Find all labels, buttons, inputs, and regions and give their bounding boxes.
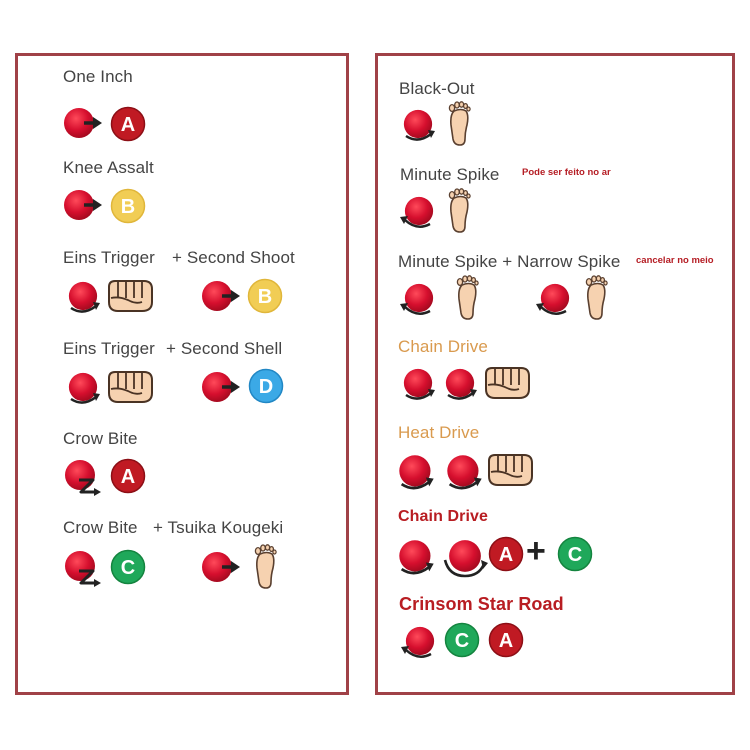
move-follow-second-shell: + Second Shell [166,339,283,358]
quarter-circle-icon [399,455,434,490]
move-title-heat-drive: Heat Drive [398,423,480,442]
button-c-icon: C [444,622,480,658]
move-title-minute-spike: Minute Spike [400,165,500,184]
button-letter: B [258,286,272,308]
button-a-icon: A [110,458,146,494]
move-title-crow-bite-1: Crow Bite [63,429,138,448]
quarter-circle-icon [68,281,100,313]
fist-icon [108,371,153,403]
button-letter: C [568,544,582,566]
forward-arrow-icon [202,281,240,311]
quarter-circle-icon [403,368,435,400]
button-letter: A [121,466,135,488]
fist-icon [485,367,530,399]
back-quarter-circle-icon [400,283,434,315]
quarter-circle-icon [68,372,100,404]
move-title-chain-drive: Chain Drive [398,337,488,356]
button-letter: B [121,196,135,218]
move-title-crow-bite-2: Crow Bite [63,518,138,537]
move-note-air: Pode ser feito no ar [522,167,611,178]
move-follow-second-shoot: + Second Shoot [172,248,295,267]
quarter-circle-icon [445,368,477,400]
move-title-one-inch: One Inch [63,67,133,86]
button-d-icon: D [248,368,284,404]
forward-arrow-icon [64,190,102,220]
quarter-circle-icon [399,540,434,575]
button-c-icon: C [557,536,593,572]
forward-arrow-icon [202,552,240,582]
move-title-crimson-star-road: Crinsom Star Road [399,594,564,614]
plus-sign: + [526,532,546,570]
forward-arrow-icon [202,372,240,402]
back-quarter-circle-icon [536,283,570,315]
half-circle-icon [443,540,488,578]
foot-icon [456,274,479,320]
z-motion-icon [65,460,101,496]
button-a-icon: A [488,536,524,572]
fist-icon [108,280,153,312]
move-title-chain-drive-ex: Chain Drive [398,508,489,525]
move-title-knee-assalt: Knee Assalt [63,158,154,177]
button-b-icon: B [247,278,283,314]
foot-icon [448,101,471,146]
button-a-icon: A [110,106,146,142]
move-follow-tsuika-kougeki: + Tsuika Kougeki [153,518,284,537]
quarter-circle-icon [447,455,482,490]
button-letter: D [259,376,273,398]
button-b-icon: B [110,188,146,224]
z-motion-icon [65,551,101,587]
move-title-minute-narrow-spike: Minute Spike + Narrow Spike [398,252,621,271]
button-letter: C [455,630,469,652]
button-letter: C [121,557,135,579]
button-c-icon: C [110,549,146,585]
quarter-circle-icon [403,109,435,141]
button-letter: A [499,544,513,566]
move-title-eins-trigger-1: Eins Trigger [63,248,155,267]
foot-icon [448,188,471,233]
button-letter: A [121,114,135,136]
button-a-icon: A [488,622,524,658]
back-quarter-circle-icon [400,196,434,228]
move-title-eins-trigger-2: Eins Trigger [63,339,155,358]
move-title-black-out: Black-Out [399,79,475,98]
button-letter: A [499,630,513,652]
forward-arrow-icon [64,108,102,138]
move-note-cancel: cancelar no meio [636,255,714,266]
fist-icon [488,454,533,486]
foot-icon [585,274,608,320]
foot-icon [254,543,277,589]
back-quarter-circle-icon [401,626,435,658]
